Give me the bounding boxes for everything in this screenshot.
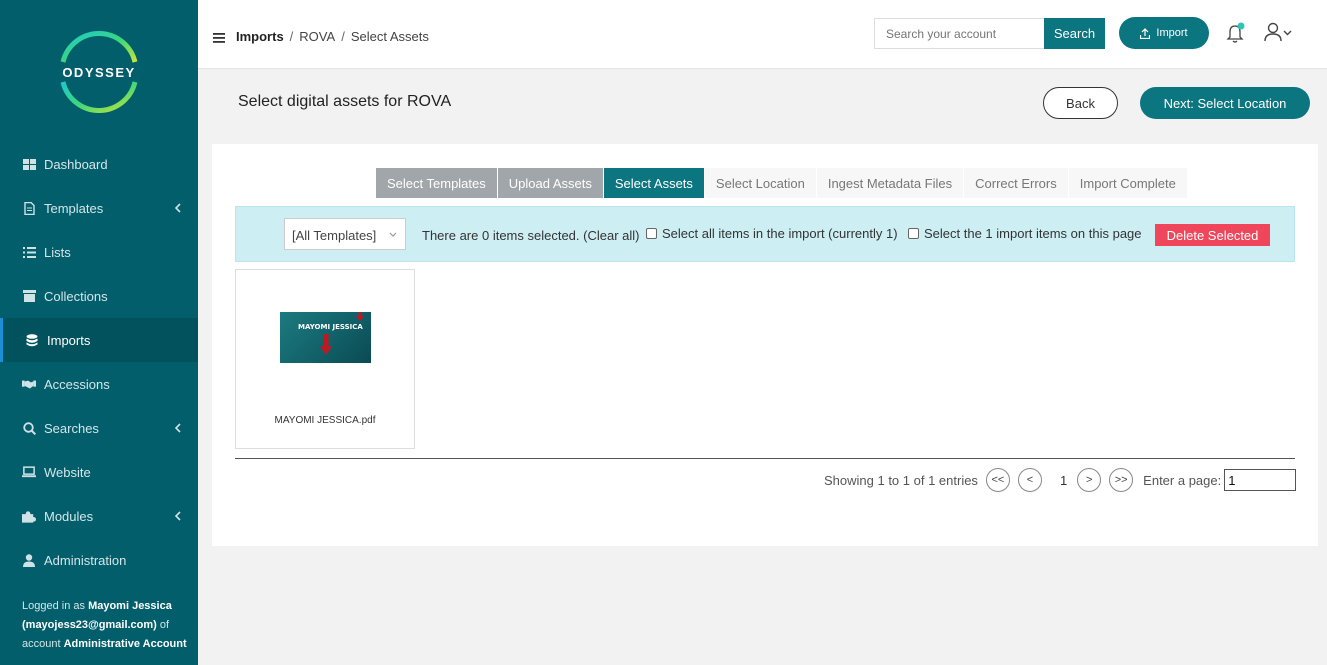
step-ingest-metadata-files: Ingest Metadata Files	[816, 168, 965, 198]
select-page-label: Select the 1 import items on this page	[924, 226, 1142, 241]
asset-card[interactable]: MAYOMI JESSICA MAYOMI JESSICA.pdf	[235, 269, 415, 449]
sidebar-item-modules[interactable]: Modules	[0, 494, 198, 538]
document-icon	[22, 201, 36, 215]
sidebar-item-lists[interactable]: Lists	[0, 230, 198, 274]
asset-filename: MAYOMI JESSICA.pdf	[274, 415, 376, 426]
breadcrumb-separator: /	[289, 29, 294, 44]
sidebar-item-imports[interactable]: Imports	[0, 318, 198, 362]
step-select-assets[interactable]: Select Assets	[603, 168, 705, 198]
page-title: Select digital assets for ROVA	[238, 93, 452, 110]
pagination: Showing 1 to 1 of 1 entries << < 1 > >> …	[824, 467, 1297, 493]
user-icon	[22, 553, 36, 567]
top-header: Imports / ROVA / Select Assets Search Import	[198, 0, 1327, 69]
template-select[interactable]: [All Templates]	[284, 218, 406, 250]
red-arrow-icon	[356, 312, 364, 321]
search-icon	[22, 421, 36, 435]
import-button-label: Import	[1156, 27, 1188, 39]
laptop-icon	[22, 465, 36, 479]
sidebar-item-website[interactable]: Website	[0, 450, 198, 494]
sidebar-nav: Dashboard Templates Lists Collections Im…	[0, 142, 198, 582]
login-prefix: Logged in as	[22, 600, 85, 612]
selection-filter-bar: [All Templates] There are 0 items select…	[235, 206, 1295, 262]
import-panel: Select Templates Upload Assets Select As…	[212, 144, 1318, 546]
breadcrumb-separator: /	[341, 29, 345, 44]
sidebar-item-label: Lists	[44, 244, 71, 260]
chevron-down-icon	[389, 229, 397, 239]
last-page-button[interactable]: >>	[1109, 468, 1134, 492]
template-select-value: [All Templates]	[292, 228, 377, 243]
prev-page-button[interactable]: <	[1017, 468, 1042, 492]
select-all-checkbox[interactable]	[646, 228, 657, 239]
login-account-name: Administrative Account	[63, 638, 187, 650]
sidebar-item-label: Modules	[44, 508, 94, 524]
current-page-number: 1	[1059, 472, 1068, 488]
sidebar-item-administration[interactable]: Administration	[0, 538, 198, 582]
thumbnail-text: MAYOMI JESSICA	[298, 323, 363, 331]
step-select-templates[interactable]: Select Templates	[376, 168, 498, 198]
sidebar-item-label: Templates	[44, 200, 104, 216]
sidebar-item-label: Collections	[44, 288, 108, 304]
brand-name: ODYSSEY	[62, 65, 135, 80]
login-info: Logged in as Mayomi Jessica (mayojess23@…	[22, 597, 187, 654]
odyssey-logo[interactable]: ODYSSEY	[55, 28, 143, 116]
sidebar-item-templates[interactable]: Templates	[0, 186, 198, 230]
database-icon	[25, 333, 39, 347]
hamburger-menu-icon[interactable]	[213, 31, 225, 46]
next-select-location-button[interactable]: Next: Select Location	[1140, 87, 1310, 119]
sidebar-item-accessions[interactable]: Accessions	[0, 362, 198, 406]
step-import-complete: Import Complete	[1068, 168, 1188, 198]
step-select-location: Select Location	[704, 168, 817, 198]
search-button[interactable]: Search	[1044, 18, 1105, 49]
handshake-icon	[22, 377, 36, 391]
page-number-input[interactable]	[1224, 469, 1297, 491]
sidebar-item-label: Dashboard	[44, 156, 108, 172]
sidebar-item-label: Website	[44, 464, 91, 480]
login-user-email: (mayojess23@gmail.com)	[22, 619, 157, 631]
search-input[interactable]	[874, 18, 1044, 49]
breadcrumb-imports[interactable]: Imports	[236, 29, 284, 44]
back-button[interactable]: Back	[1043, 87, 1118, 119]
first-page-button[interactable]: <<	[985, 468, 1010, 492]
puzzle-icon	[22, 509, 36, 523]
sidebar-item-dashboard[interactable]: Dashboard	[0, 142, 198, 186]
sidebar-item-label: Imports	[47, 332, 91, 348]
select-all-label: Select all items in the import (currentl…	[662, 226, 898, 241]
chevron-left-icon	[174, 509, 181, 524]
select-page-checkbox[interactable]	[908, 228, 919, 239]
pagination-summary: Showing 1 to 1 of 1 entries	[824, 472, 978, 488]
login-user-name: Mayomi Jessica	[88, 600, 172, 612]
import-button[interactable]: Import	[1119, 17, 1209, 49]
select-page-option[interactable]: Select the 1 import items on this page	[908, 226, 1142, 241]
sidebar-item-searches[interactable]: Searches	[0, 406, 198, 450]
step-correct-errors: Correct Errors	[964, 168, 1069, 198]
chevron-left-icon	[174, 201, 181, 216]
sidebar-item-label: Accessions	[44, 376, 110, 392]
breadcrumb-rova[interactable]: ROVA	[299, 29, 335, 44]
sidebar-item-collections[interactable]: Collections	[0, 274, 198, 318]
import-steps: Select Templates Upload Assets Select As…	[376, 168, 1188, 198]
user-menu-icon[interactable]	[1264, 22, 1294, 45]
sidebar-item-label: Searches	[44, 420, 99, 436]
next-page-button[interactable]: >	[1077, 468, 1102, 492]
chevron-left-icon	[174, 421, 181, 436]
step-upload-assets[interactable]: Upload Assets	[497, 168, 604, 198]
asset-thumbnail[interactable]: MAYOMI JESSICA	[280, 312, 371, 363]
download-arrow-icon	[320, 334, 332, 355]
breadcrumb-select-assets: Select Assets	[350, 29, 429, 44]
sidebar-item-label: Administration	[44, 552, 127, 568]
select-all-import-option[interactable]: Select all items in the import (currentl…	[646, 226, 898, 241]
upload-icon	[1140, 27, 1151, 39]
list-icon	[22, 245, 36, 259]
enter-page-label: Enter a page:	[1143, 472, 1222, 488]
breadcrumb: Imports / ROVA / Select Assets	[236, 29, 429, 44]
sidebar: ODYSSEY Dashboard Templates Lists Collec…	[0, 0, 198, 665]
list-divider	[235, 458, 1295, 459]
archive-icon	[22, 289, 36, 303]
notification-bell-icon[interactable]	[1226, 22, 1246, 47]
delete-selected-button[interactable]: Delete Selected	[1155, 224, 1270, 246]
dashboard-icon	[22, 157, 36, 171]
selection-count-text[interactable]: There are 0 items selected. (Clear all)	[422, 228, 639, 243]
